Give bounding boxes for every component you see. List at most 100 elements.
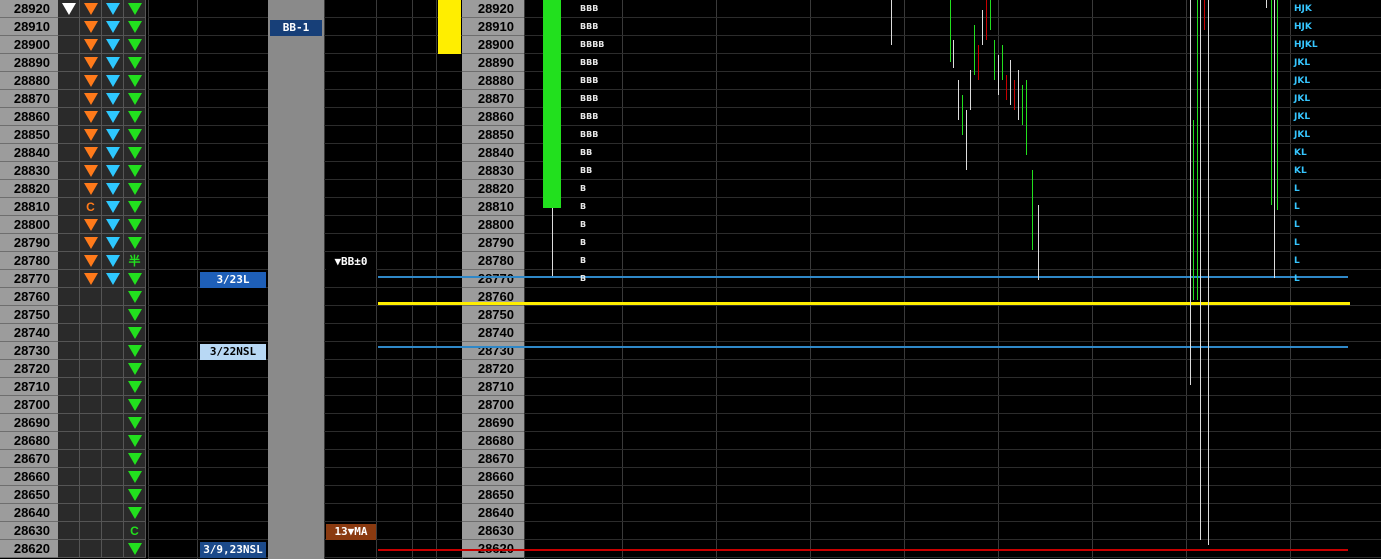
down-triangle-icon [106,147,120,159]
price-label-right[interactable]: 28780 [462,252,524,270]
candle-wick [1208,0,1209,545]
price-label-right[interactable]: 28900 [462,36,524,54]
price-label[interactable]: 28880 [0,72,58,90]
down-triangle-icon [128,363,142,375]
signal-cell-col1 [58,108,80,126]
price-row: 28880 28880 [0,72,1381,90]
price-label-right[interactable]: 28850 [462,126,524,144]
tpo-letters: BB [580,166,593,175]
signal-cell-col4 [124,108,146,126]
price-label-right[interactable]: 28660 [462,468,524,486]
signal-cell-col2 [80,0,102,18]
price-label-right[interactable]: 28830 [462,162,524,180]
signal-cell-col4 [124,270,146,288]
price-label[interactable]: 28760 [0,288,58,306]
price-label-right[interactable]: 28890 [462,54,524,72]
price-label-right[interactable]: 28860 [462,108,524,126]
price-label[interactable]: 28900 [0,36,58,54]
price-label-right[interactable]: 28880 [462,72,524,90]
price-label[interactable]: 28790 [0,234,58,252]
tpo-letters: B [580,184,587,193]
price-label-right[interactable]: 28820 [462,180,524,198]
price-label[interactable]: 28920 [0,0,58,18]
price-label-right[interactable]: 28840 [462,144,524,162]
price-label[interactable]: 28800 [0,216,58,234]
price-label-right[interactable]: 28650 [462,486,524,504]
down-triangle-icon [128,507,142,519]
price-row: 28800 28800 [0,216,1381,234]
tpo-letters-right: JKL [1294,112,1311,122]
candle-wick [1200,0,1201,540]
price-label-right[interactable]: 28870 [462,90,524,108]
price-label-right[interactable]: 28680 [462,432,524,450]
price-label[interactable]: 28630 [0,522,58,540]
price-label[interactable]: 28890 [0,54,58,72]
price-label[interactable]: 28780 [0,252,58,270]
price-label[interactable]: 28870 [0,90,58,108]
signal-cell-col3 [102,90,124,108]
price-label-right[interactable]: 28800 [462,216,524,234]
blue-line-lower [378,346,1348,348]
price-label[interactable]: 28820 [0,180,58,198]
price-label-right[interactable]: 28740 [462,324,524,342]
price-row: 28670 28670 [0,450,1381,468]
price-label[interactable]: 28730 [0,342,58,360]
signal-cell-col1 [58,396,80,414]
signal-cell-col2 [80,36,102,54]
signal-cell-col3 [102,450,124,468]
price-label-right[interactable]: 28630 [462,522,524,540]
price-label-right[interactable]: 28670 [462,450,524,468]
signal-cell-col2 [80,180,102,198]
price-label[interactable]: 28620 [0,540,58,558]
down-triangle-icon [84,39,98,51]
price-label[interactable]: 28740 [0,324,58,342]
price-label[interactable]: 28910 [0,18,58,36]
price-label[interactable]: 28680 [0,432,58,450]
signal-cell-col3 [102,180,124,198]
price-label[interactable]: 28840 [0,144,58,162]
date-323l-tag: 3/23L [200,272,266,288]
signal-cell-col3 [102,252,124,270]
price-row: 28690 28690 [0,414,1381,432]
price-label[interactable]: 28830 [0,162,58,180]
candle-wick [950,0,951,62]
price-label[interactable]: 28640 [0,504,58,522]
price-label-right[interactable]: 28690 [462,414,524,432]
down-triangle-icon [128,237,142,249]
price-label-right[interactable]: 28720 [462,360,524,378]
tpo-letters: B [580,202,587,211]
price-label[interactable]: 28670 [0,450,58,468]
price-label-right[interactable]: 28770 [462,270,524,288]
price-label[interactable]: 28660 [0,468,58,486]
down-triangle-icon [128,399,142,411]
price-label[interactable]: 28650 [0,486,58,504]
price-label[interactable]: 28690 [0,414,58,432]
signal-cell-col4 [124,216,146,234]
signal-cell-col4: 半 [124,252,146,270]
price-label-right[interactable]: 28750 [462,306,524,324]
price-label-right[interactable]: 28810 [462,198,524,216]
signal-text: C [130,524,139,538]
price-label[interactable]: 28720 [0,360,58,378]
price-row: 28630 C 28630 [0,522,1381,540]
down-triangle-icon [84,147,98,159]
price-label[interactable]: 28770 [0,270,58,288]
price-label[interactable]: 28850 [0,126,58,144]
tpo-letters-right: L [1294,202,1300,212]
price-label[interactable]: 28860 [0,108,58,126]
signal-cell-col4 [124,324,146,342]
signal-cell-col4 [124,540,146,558]
price-label-right[interactable]: 28710 [462,378,524,396]
price-label-right[interactable]: 28730 [462,342,524,360]
price-label-right[interactable]: 28700 [462,396,524,414]
candle-wick [1032,170,1033,250]
price-label-right[interactable]: 28910 [462,18,524,36]
price-label[interactable]: 28750 [0,306,58,324]
price-label-right[interactable]: 28920 [462,0,524,18]
price-label[interactable]: 28700 [0,396,58,414]
price-label-right[interactable]: 28640 [462,504,524,522]
price-label-right[interactable]: 28790 [462,234,524,252]
candle-wick [986,0,987,40]
price-label[interactable]: 28710 [0,378,58,396]
price-label[interactable]: 28810 [0,198,58,216]
